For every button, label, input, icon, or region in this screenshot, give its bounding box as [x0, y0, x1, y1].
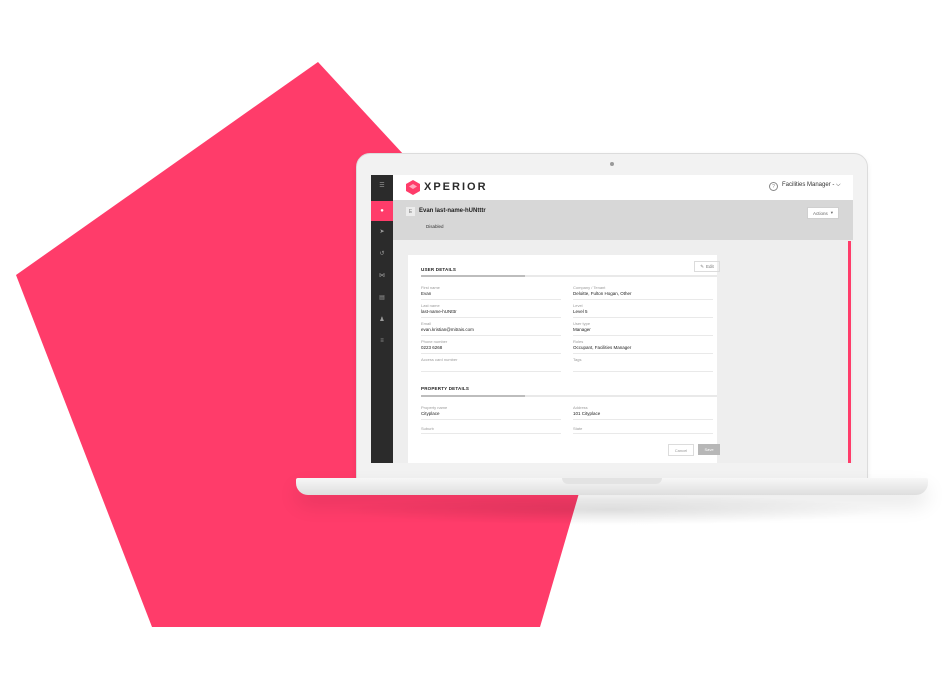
- laptop-camera: [610, 162, 614, 166]
- field-company-tenant: Company / Tenant Deloitte, Fulton Hogan,…: [573, 285, 713, 300]
- property-details-heading: PROPERTY DETAILS: [421, 386, 470, 391]
- role-selector[interactable]: Facilities Manager - ⌵: [782, 182, 841, 189]
- app-topbar: XPERIOR ? Facilities Manager - ⌵: [393, 175, 853, 201]
- field-address: Address 101 Cityplace: [573, 405, 713, 420]
- section-divider: [421, 275, 717, 277]
- edit-label: Edit: [706, 264, 714, 269]
- role-label: Facilities Manager -: [782, 182, 835, 188]
- actions-label: Actions: [812, 210, 828, 216]
- actions-button[interactable]: Actions ▾: [807, 207, 839, 219]
- send-icon[interactable]: ➤: [371, 221, 393, 241]
- app-sidebar: ☰ ● ➤ ↺ ⋈ ▤ ♟ ≡: [371, 175, 393, 463]
- field-state: State: [573, 426, 713, 434]
- laptop-shadow: [330, 495, 890, 525]
- field-user-type: User type Manager: [573, 321, 713, 336]
- document-icon[interactable]: ▤: [371, 287, 393, 307]
- xperior-logo-icon: [406, 180, 420, 195]
- history-icon[interactable]: ↺: [371, 243, 393, 263]
- field-email: Email evan.kristian@mitrais.com: [421, 321, 561, 336]
- field-level: Level Level 5: [573, 303, 713, 318]
- edit-icon: ✎: [700, 263, 704, 269]
- save-button[interactable]: Save: [698, 444, 720, 455]
- chevron-down-icon: ⌵: [836, 182, 841, 188]
- field-last-name: Last name last-name-hUNtttr: [421, 303, 561, 318]
- caret-down-icon: ▾: [830, 210, 834, 215]
- marketing-stage: ☰ ● ➤ ↺ ⋈ ▤ ♟ ≡ XPERIOR ? Facilities Man…: [0, 0, 943, 692]
- page-title: Evan last-name-hUNtttr: [419, 208, 486, 214]
- user-icon[interactable]: ●: [371, 201, 393, 221]
- app-logo-text: XPERIOR: [424, 181, 488, 193]
- status-badge: Disabled: [426, 224, 444, 229]
- edit-button[interactable]: ✎ Edit: [694, 261, 720, 272]
- scrollbar[interactable]: [848, 241, 851, 463]
- menu-icon[interactable]: ☰: [371, 175, 393, 195]
- share-icon[interactable]: ⋈: [371, 265, 393, 285]
- field-access-card-number: Access card number: [421, 357, 561, 372]
- laptop-notch: [562, 478, 662, 484]
- field-phone-number: Phone number 0223 6268: [421, 339, 561, 354]
- field-tags: Tags: [573, 357, 713, 372]
- user-details-heading: USER DETAILS: [421, 267, 457, 272]
- cancel-button[interactable]: Cancel: [668, 444, 694, 456]
- field-suburb: Suburb: [421, 426, 561, 434]
- field-roles: Roles Occupant, Facilities Manager: [573, 339, 713, 354]
- section-divider: [421, 395, 717, 397]
- group-icon[interactable]: ♟: [371, 309, 393, 329]
- field-property-name: Property name Cityplace: [421, 405, 561, 420]
- user-details-card: ✎ Edit USER DETAILS First name Evan Comp…: [408, 255, 720, 463]
- form-actions: Cancel Save: [668, 444, 720, 456]
- avatar: E: [406, 207, 415, 216]
- field-first-name: First name Evan: [421, 285, 561, 300]
- role-help-icon[interactable]: ?: [769, 182, 778, 191]
- laptop-screen: ☰ ● ➤ ↺ ⋈ ▤ ♟ ≡ XPERIOR ? Facilities Man…: [371, 175, 853, 463]
- user-header-band: E Evan last-name-hUNtttr Disabled Action…: [393, 200, 853, 240]
- list-icon[interactable]: ≡: [371, 331, 393, 351]
